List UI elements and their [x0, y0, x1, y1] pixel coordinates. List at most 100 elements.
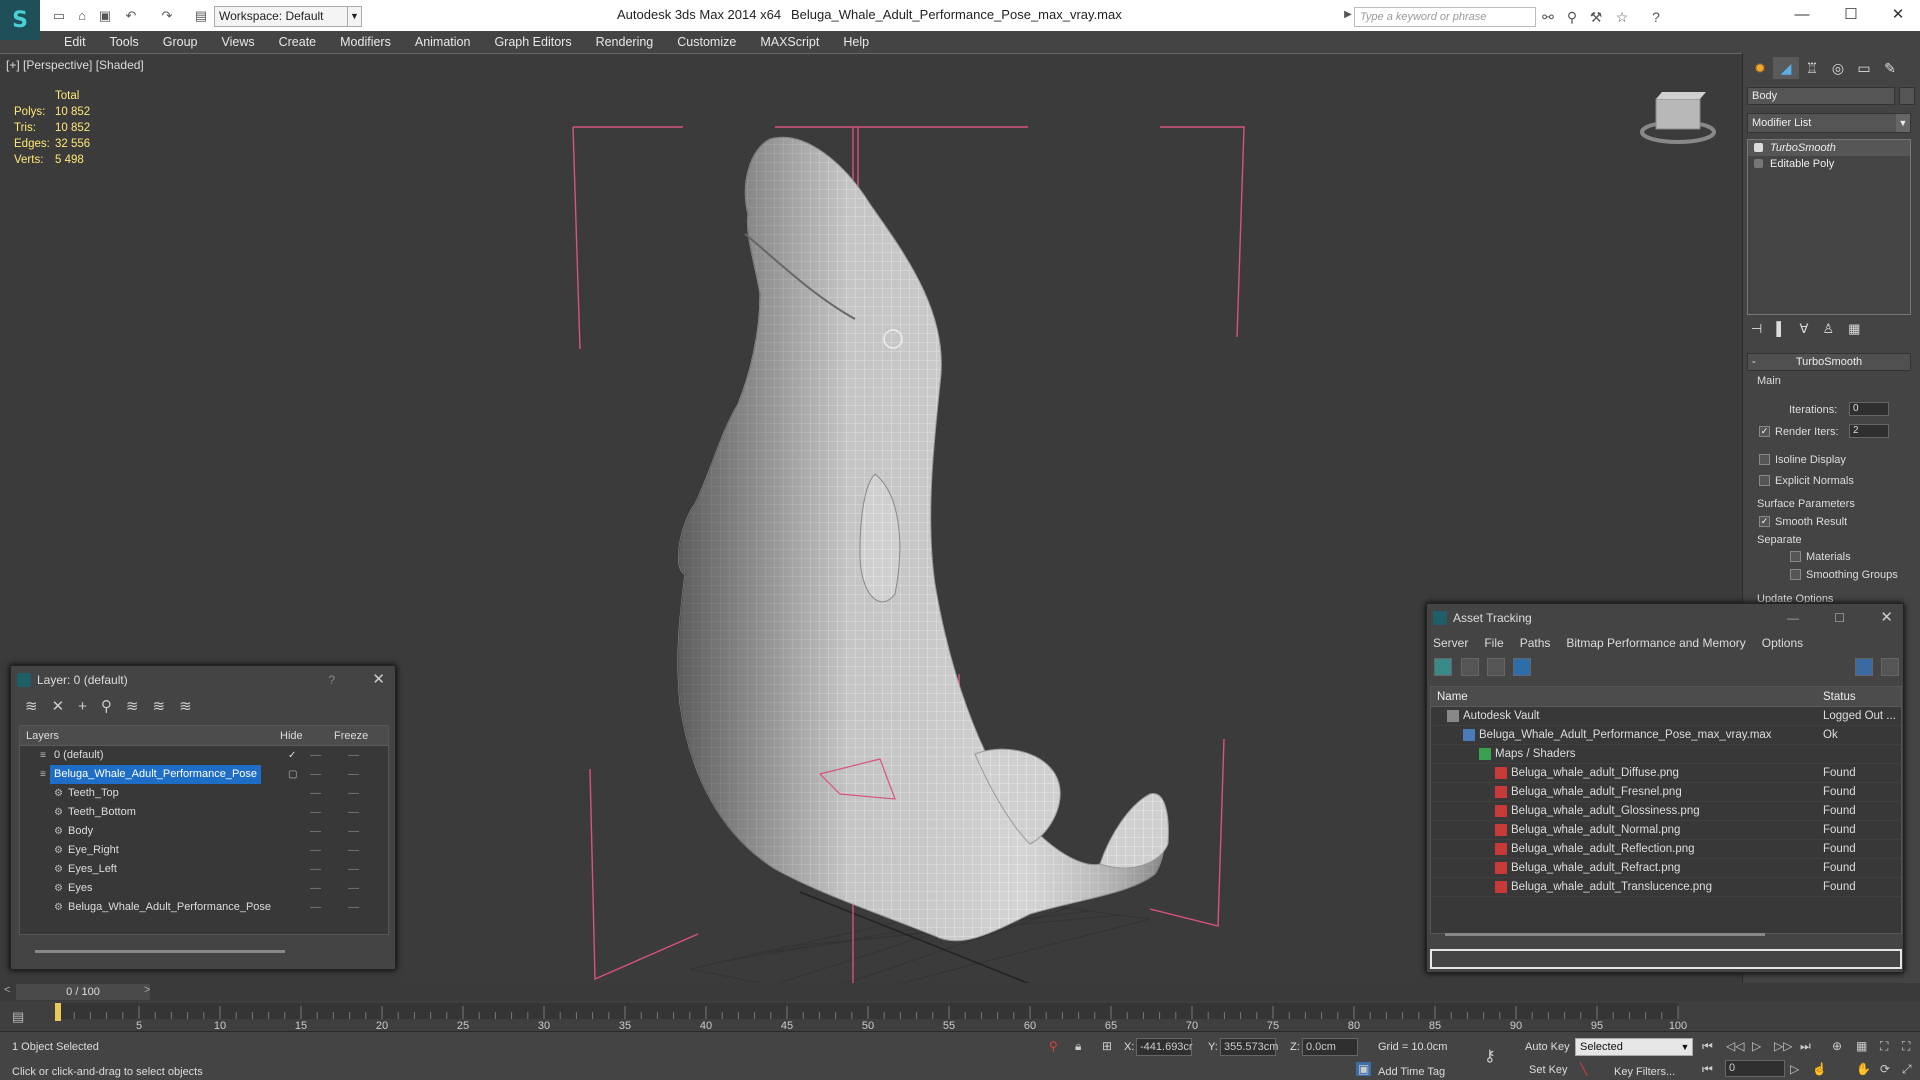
walk-through-icon[interactable]: ☝ — [1812, 1062, 1827, 1076]
grid-view-icon[interactable] — [1513, 658, 1531, 676]
refresh-icon[interactable] — [1434, 658, 1452, 676]
save-file-icon[interactable]: ▣ — [96, 8, 114, 24]
maximize-icon[interactable]: ☐ — [1837, 4, 1865, 26]
layer-row[interactable]: ⚙ Eyes –– –– — [20, 879, 388, 898]
maximize-viewport-icon[interactable]: ⤢ — [1902, 1062, 1912, 1077]
menu-customize[interactable]: Customize — [665, 31, 748, 53]
stack-item-turbosmooth[interactable]: TurboSmooth — [1748, 140, 1910, 156]
hide-all-icon[interactable]: ≋ — [153, 698, 180, 715]
hide-column-header[interactable]: Hide — [280, 726, 303, 746]
asset-row[interactable]: Autodesk Vault Logged Out ... — [1431, 707, 1901, 726]
hierarchy-tab-icon[interactable]: ♖ — [1799, 57, 1825, 79]
render-iters-checkbox[interactable]: ✓ — [1759, 426, 1770, 437]
y-coordinate-field[interactable]: 355.573cm — [1220, 1038, 1278, 1056]
open-file-icon[interactable]: ⌂ — [73, 8, 91, 24]
remove-modifier-icon[interactable]: ♙ — [1822, 321, 1848, 336]
select-objects-icon[interactable]: ⚲ — [101, 698, 126, 715]
table-view-icon[interactable] — [1487, 658, 1505, 676]
time-slider[interactable]: < 0 / 100 > — [0, 983, 1920, 1001]
zoom-extents-icon[interactable]: ⛶ — [1880, 1039, 1888, 1054]
search-input[interactable]: Type a keyword or phrase — [1354, 7, 1536, 27]
menu-tools[interactable]: Tools — [98, 31, 151, 53]
smooth-result-checkbox[interactable]: ✓ — [1759, 516, 1770, 527]
lightbulb-icon[interactable] — [1754, 143, 1763, 152]
object-name-field[interactable]: Body — [1747, 87, 1895, 105]
subscription-icon[interactable]: ⚲ — [1562, 9, 1582, 26]
asset-row[interactable]: Beluga_whale_adult_Reflection.png Found — [1431, 840, 1901, 859]
layer-row[interactable]: ⚙ Teeth_Top –– –– — [20, 784, 388, 803]
slider-left-arrow-icon[interactable]: < — [4, 984, 10, 996]
menu-server[interactable]: Server — [1433, 636, 1468, 650]
menu-maxscript[interactable]: MAXScript — [748, 31, 831, 53]
configure-modifier-sets-icon[interactable]: ▦ — [1848, 321, 1874, 336]
list-view-icon[interactable] — [1461, 658, 1479, 676]
pan-view-icon[interactable]: ✋ — [1856, 1062, 1871, 1076]
pin-stack-icon[interactable]: ⊣ — [1751, 321, 1776, 336]
menu-rendering[interactable]: Rendering — [584, 31, 666, 53]
communication-icon[interactable]: ⚒ — [1586, 9, 1606, 26]
next-frame-icon[interactable]: ▷▷ — [1774, 1039, 1792, 1053]
zoom-extents-all-icon[interactable]: ⛶ — [1902, 1039, 1910, 1054]
slider-right-arrow-icon[interactable]: > — [144, 984, 150, 996]
smoothing-groups-checkbox[interactable] — [1790, 569, 1801, 580]
status-column-header[interactable]: Status — [1823, 687, 1856, 707]
track-bar[interactable]: ▤ 5 10 15 20 25 30 35 40 45 50 55 60 65 70 75 80 85 90 95 1… — [0, 1001, 1920, 1031]
layer-row[interactable]: ≡ Beluga_Whale_Adult_Performance_Pose ▢ –– –… — [20, 765, 388, 784]
app-logo-icon[interactable]: S — [0, 0, 40, 40]
explicit-normals-checkbox[interactable] — [1759, 475, 1770, 486]
current-frame-marker[interactable] — [55, 1003, 61, 1021]
asset-row[interactable]: Beluga_whale_adult_Glossiness.png Found — [1431, 802, 1901, 821]
z-coordinate-field[interactable]: 0.0cm — [1302, 1038, 1358, 1056]
layer-row[interactable]: ⚙ Body –– –– — [20, 822, 388, 841]
settings-icon[interactable] — [1881, 658, 1899, 676]
go-to-start-icon[interactable]: ⏮ — [1702, 1039, 1713, 1054]
time-tag-icon[interactable]: ▣ — [1356, 1062, 1372, 1076]
menu-options[interactable]: Options — [1762, 636, 1803, 650]
highlight-layer-icon[interactable]: ≋ — [126, 698, 153, 715]
modifier-list-dropdown[interactable]: Modifier List ▼ — [1747, 113, 1911, 133]
iterations-spinner[interactable]: 0 — [1849, 402, 1889, 416]
new-file-icon[interactable]: ▭ — [50, 8, 68, 24]
layer-row[interactable]: ⚙ Eyes_Left –– –– — [20, 860, 388, 879]
layer-row[interactable]: ≡ 0 (default) ✓ –– –– — [20, 746, 388, 765]
delete-layer-icon[interactable]: ✕ — [52, 698, 79, 715]
render-iters-spinner[interactable]: 2 — [1849, 424, 1889, 438]
menu-paths[interactable]: Paths — [1520, 636, 1551, 650]
current-layer-box-icon[interactable]: ▢ — [288, 765, 297, 784]
menu-graph-editors[interactable]: Graph Editors — [482, 31, 583, 53]
viewport-label[interactable]: [+] [Perspective] [Shaded] — [6, 58, 144, 72]
minimize-icon[interactable]: — — [1787, 604, 1799, 632]
asset-row[interactable]: Beluga_whale_adult_Translucence.png Found — [1431, 878, 1901, 897]
redo-icon[interactable]: ↷ — [158, 8, 176, 24]
binoculars-icon[interactable]: ⚯ — [1538, 9, 1558, 26]
name-column-header[interactable]: Name — [1437, 687, 1468, 707]
layer-row[interactable]: ⚙ Eye_Right –– –– — [20, 841, 388, 860]
set-key-icon[interactable]: ╲ — [1580, 1062, 1587, 1076]
play-icon[interactable]: ▷ — [1752, 1039, 1761, 1053]
layers-column-header[interactable]: Layers — [26, 726, 59, 746]
object-color-swatch[interactable] — [1899, 87, 1915, 105]
utilities-tab-icon[interactable]: ✎ — [1877, 57, 1903, 79]
maximize-icon[interactable]: ☐ — [1834, 604, 1845, 632]
close-icon[interactable]: ✕ — [372, 666, 385, 694]
asset-row[interactable]: Beluga_whale_adult_Normal.png Found — [1431, 821, 1901, 840]
horizontal-scrollbar[interactable] — [35, 950, 285, 953]
undo-icon[interactable]: ↶ — [122, 8, 140, 24]
checkmark-icon[interactable]: ✓ — [288, 746, 296, 765]
asset-tracking-titlebar[interactable]: Asset Tracking — ☐ ✕ — [1427, 604, 1903, 632]
menu-animation[interactable]: Animation — [403, 31, 483, 53]
project-folder-icon[interactable]: ▤ — [192, 8, 210, 24]
menu-bitmap-performance[interactable]: Bitmap Performance and Memory — [1566, 636, 1745, 650]
workspace-dropdown[interactable]: Workspace: Default ▼ — [214, 6, 362, 27]
modify-tab-icon[interactable]: ◢ — [1773, 57, 1799, 79]
layer-dialog-titlebar[interactable]: Layer: 0 (default) ? ✕ — [11, 666, 395, 694]
asset-path-field[interactable] — [1430, 949, 1902, 969]
make-unique-icon[interactable]: ∀ — [1800, 321, 1823, 336]
turbosmooth-rollout[interactable]: - TurboSmooth — [1747, 353, 1911, 371]
close-icon[interactable]: ✕ — [1884, 4, 1912, 26]
current-frame-field[interactable]: 0 — [1725, 1060, 1785, 1077]
previous-frame-icon[interactable]: ◁◁ — [1726, 1039, 1744, 1053]
key-mode-toggle-icon[interactable]: ⏮ — [1702, 1062, 1713, 1077]
add-time-tag[interactable]: Add Time Tag — [1378, 1066, 1445, 1078]
zoom-all-icon[interactable]: ▦ — [1856, 1039, 1867, 1053]
